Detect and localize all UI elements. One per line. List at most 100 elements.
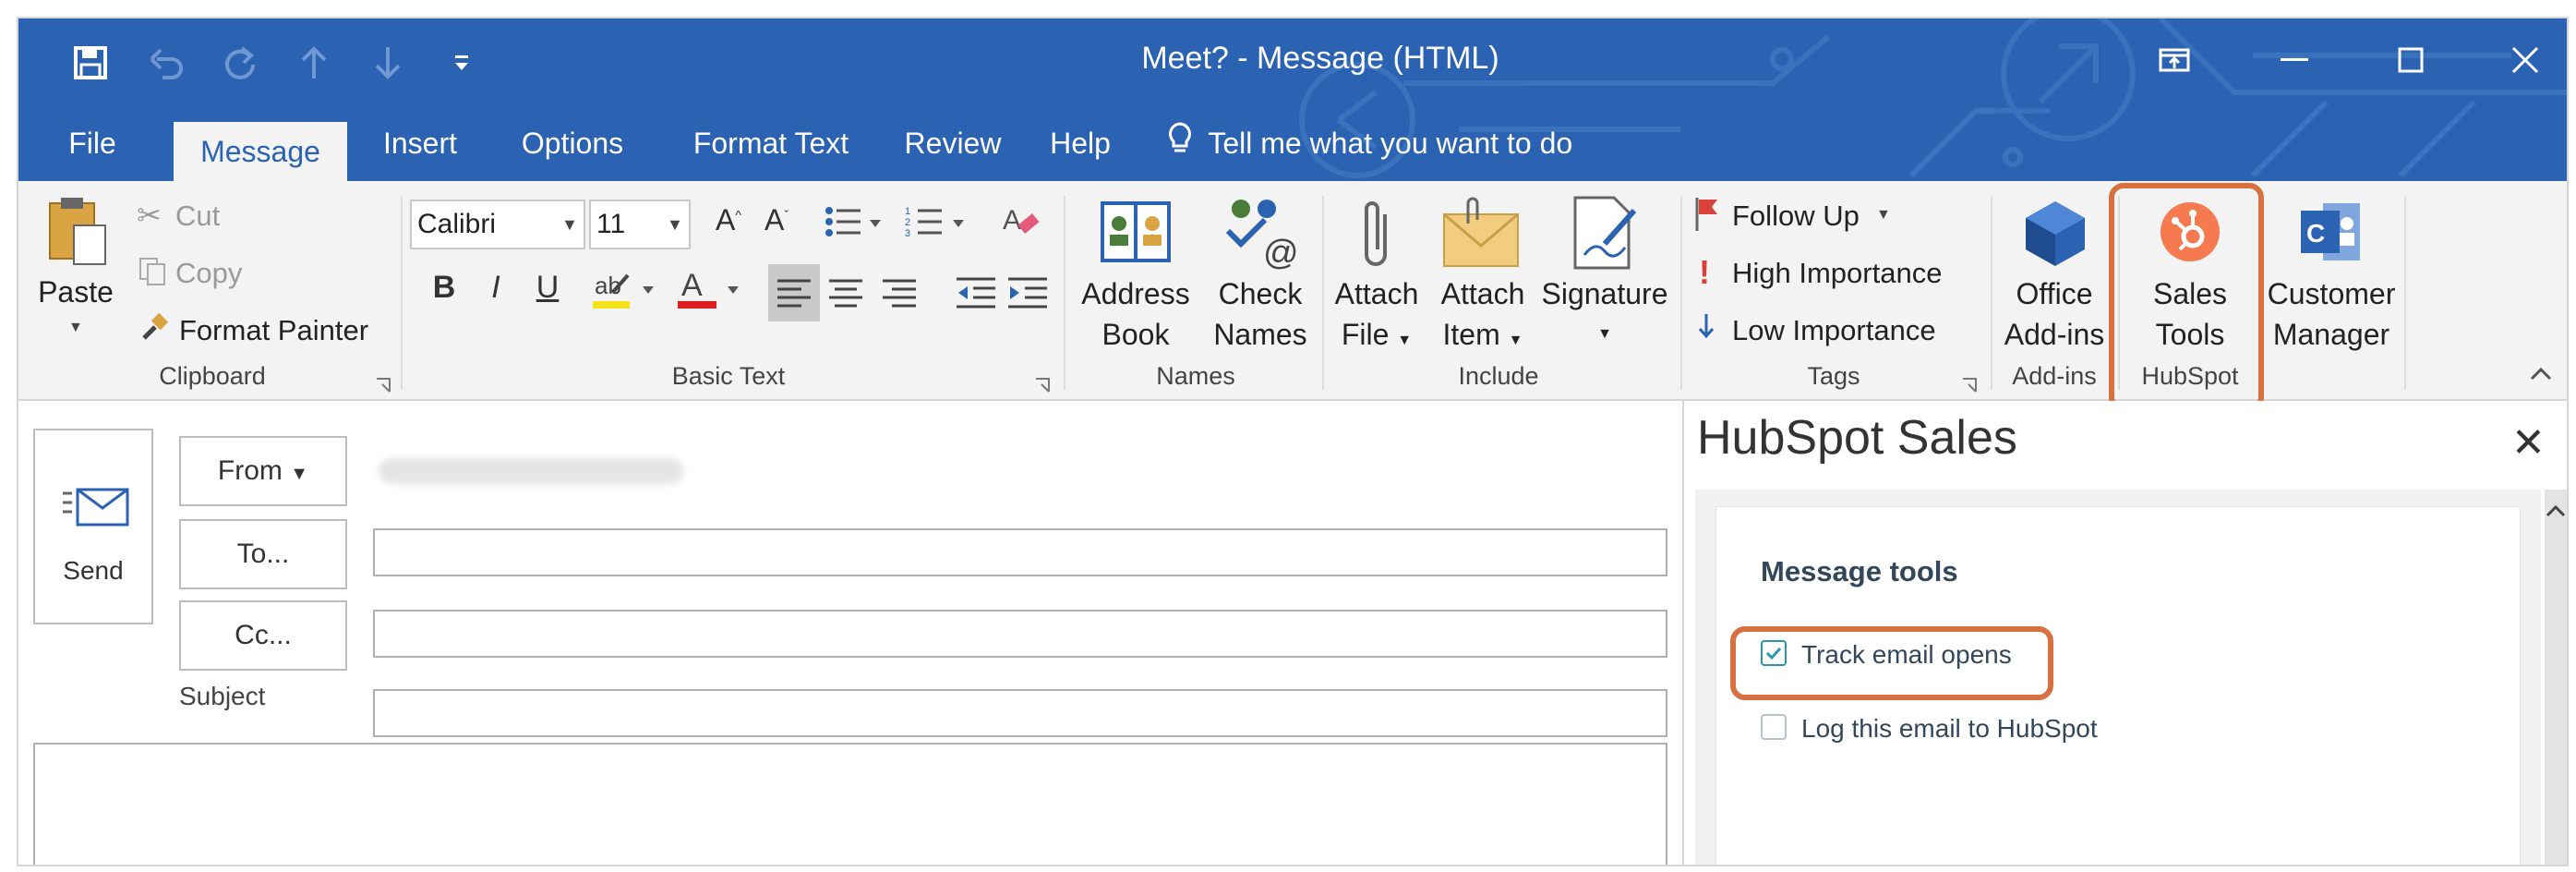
check-names-label-1: Check bbox=[1218, 277, 1303, 310]
cc-field[interactable] bbox=[373, 610, 1667, 658]
save-icon[interactable] bbox=[63, 35, 118, 91]
message-tools-title: Message tools bbox=[1761, 555, 1958, 587]
track-email-callout bbox=[1730, 626, 2053, 700]
attach-file-button[interactable]: Attach File ▼ bbox=[1326, 190, 1427, 357]
names-group-label: Names bbox=[1156, 362, 1235, 390]
tab-format-text[interactable]: Format Text bbox=[670, 105, 872, 181]
copy-button[interactable]: Copy bbox=[135, 255, 273, 292]
tell-me-search[interactable]: Tell me what you want to do bbox=[1167, 105, 1572, 181]
office-addins-button[interactable]: Office Add-ins bbox=[1994, 190, 2114, 357]
close-icon[interactable]: ✕ bbox=[2511, 419, 2546, 466]
flag-icon bbox=[1693, 196, 1721, 237]
bold-button[interactable]: B bbox=[421, 270, 467, 306]
underline-button[interactable]: U bbox=[524, 270, 571, 306]
customize-icon[interactable] bbox=[434, 35, 489, 91]
tab-message[interactable]: Message bbox=[174, 122, 347, 181]
log-email-option[interactable]: Log this email to HubSpot bbox=[1761, 710, 2167, 747]
align-left-icon[interactable] bbox=[776, 277, 813, 313]
numbering-icon[interactable]: 123 bbox=[905, 203, 975, 245]
from-button[interactable]: From ▼ bbox=[179, 436, 347, 506]
address-book-label-1: Address bbox=[1081, 277, 1190, 310]
tab-help[interactable]: Help bbox=[1036, 105, 1125, 181]
cut-button[interactable]: ✂ Cut bbox=[135, 198, 273, 235]
paste-button[interactable]: Paste ▼ bbox=[31, 194, 120, 351]
maximize-icon[interactable] bbox=[2360, 28, 2462, 92]
log-email-checkbox[interactable] bbox=[1761, 714, 1787, 740]
check-names-button[interactable]: @ Check Names bbox=[1200, 190, 1320, 357]
customer-manager-button[interactable]: C Customer Manager bbox=[2262, 190, 2401, 357]
copy-icon bbox=[138, 257, 166, 291]
undo-icon[interactable] bbox=[138, 35, 194, 91]
follow-up-label: Follow Up bbox=[1732, 200, 1860, 232]
message-body[interactable] bbox=[33, 743, 1667, 865]
pane-scrollbar[interactable] bbox=[2545, 490, 2567, 865]
low-importance-button[interactable]: Low Importance bbox=[1691, 310, 1968, 351]
grow-font-icon[interactable]: A^ bbox=[705, 203, 752, 237]
include-group-label: Include bbox=[1458, 362, 1539, 390]
subject-field[interactable] bbox=[373, 689, 1667, 737]
check-names-label-2: Names bbox=[1213, 318, 1307, 351]
signature-button[interactable]: Signature ▼ bbox=[1538, 190, 1671, 357]
close-icon[interactable] bbox=[2474, 28, 2567, 92]
italic-button[interactable]: I bbox=[473, 270, 519, 306]
minimize-icon[interactable] bbox=[2244, 28, 2345, 92]
format-painter-button[interactable]: Format Painter bbox=[135, 312, 403, 349]
clear-formatting-icon[interactable]: A bbox=[1001, 200, 1043, 247]
office-addins-label-1: Office bbox=[2016, 277, 2093, 310]
down-icon[interactable] bbox=[360, 35, 415, 91]
tab-review[interactable]: Review bbox=[894, 105, 1012, 181]
send-button[interactable]: Send bbox=[33, 429, 153, 624]
tab-insert[interactable]: Insert bbox=[369, 105, 471, 181]
shrink-font-icon[interactable]: Aˇ bbox=[753, 203, 800, 237]
cc-button[interactable]: Cc... bbox=[179, 600, 347, 671]
bullets-icon[interactable] bbox=[824, 203, 890, 245]
tags-group-label: Tags bbox=[1807, 362, 1860, 390]
group-separator bbox=[1991, 196, 1992, 390]
window-title: Meet? - Message (HTML) bbox=[1141, 41, 1499, 76]
dialog-launcher-icon[interactable] bbox=[375, 377, 391, 394]
svg-text:2: 2 bbox=[905, 217, 910, 228]
font-size-dropdown[interactable]: 11 ▼ bbox=[589, 200, 691, 249]
chevron-down-icon: ▼ bbox=[1397, 333, 1413, 348]
basic-text-group-label: Basic Text bbox=[671, 362, 786, 390]
attach-file-label-1: Attach bbox=[1334, 277, 1419, 310]
address-book-icon bbox=[1101, 201, 1171, 262]
up-icon[interactable] bbox=[286, 35, 342, 91]
decrease-indent-icon[interactable] bbox=[955, 275, 997, 315]
chevron-down-icon: ▼ bbox=[1597, 326, 1612, 342]
dialog-launcher-icon[interactable] bbox=[1034, 377, 1051, 394]
envelope-attach-icon bbox=[1443, 197, 1519, 267]
title-bar: Meet? - Message (HTML) File Message Inse… bbox=[18, 18, 2567, 181]
address-book-label-2: Book bbox=[1101, 318, 1170, 351]
from-address-blurred bbox=[379, 458, 683, 484]
attach-item-button[interactable]: Attach Item ▼ bbox=[1427, 190, 1538, 357]
align-right-icon[interactable] bbox=[881, 277, 918, 313]
font-name-dropdown[interactable]: Calibri ▼ bbox=[410, 200, 585, 249]
address-book-button[interactable]: Address Book bbox=[1071, 190, 1200, 357]
svg-text:@: @ bbox=[1263, 234, 1299, 272]
to-button[interactable]: To... bbox=[179, 519, 347, 589]
tab-options[interactable]: Options bbox=[499, 105, 646, 181]
format-painter-label: Format Painter bbox=[179, 314, 369, 346]
increase-indent-icon[interactable] bbox=[1006, 275, 1049, 315]
highlight-color-icon[interactable]: ab bbox=[591, 266, 665, 317]
chevron-down-icon: ▼ bbox=[667, 215, 683, 234]
high-importance-label: High Importance bbox=[1732, 257, 1943, 289]
svg-text:3: 3 bbox=[905, 228, 910, 239]
send-envelope-icon bbox=[61, 486, 131, 533]
collapse-ribbon-icon[interactable] bbox=[2530, 366, 2552, 385]
group-separator bbox=[1064, 196, 1065, 390]
paste-label: Paste bbox=[38, 275, 114, 309]
redo-icon[interactable] bbox=[212, 35, 268, 91]
scroll-up-icon[interactable] bbox=[2545, 501, 2567, 523]
dialog-launcher-icon[interactable] bbox=[1961, 377, 1978, 394]
follow-up-button[interactable]: Follow Up ▼ bbox=[1691, 196, 1904, 236]
group-separator bbox=[1680, 196, 1682, 390]
tab-file[interactable]: File bbox=[46, 105, 138, 181]
arrow-down-icon bbox=[1697, 312, 1715, 345]
to-field[interactable] bbox=[373, 528, 1667, 576]
high-importance-button[interactable]: ! High Importance bbox=[1691, 253, 1968, 294]
font-color-icon[interactable]: A bbox=[676, 266, 750, 317]
ribbon-display-icon[interactable] bbox=[2124, 28, 2225, 92]
align-center-icon[interactable] bbox=[827, 277, 864, 313]
